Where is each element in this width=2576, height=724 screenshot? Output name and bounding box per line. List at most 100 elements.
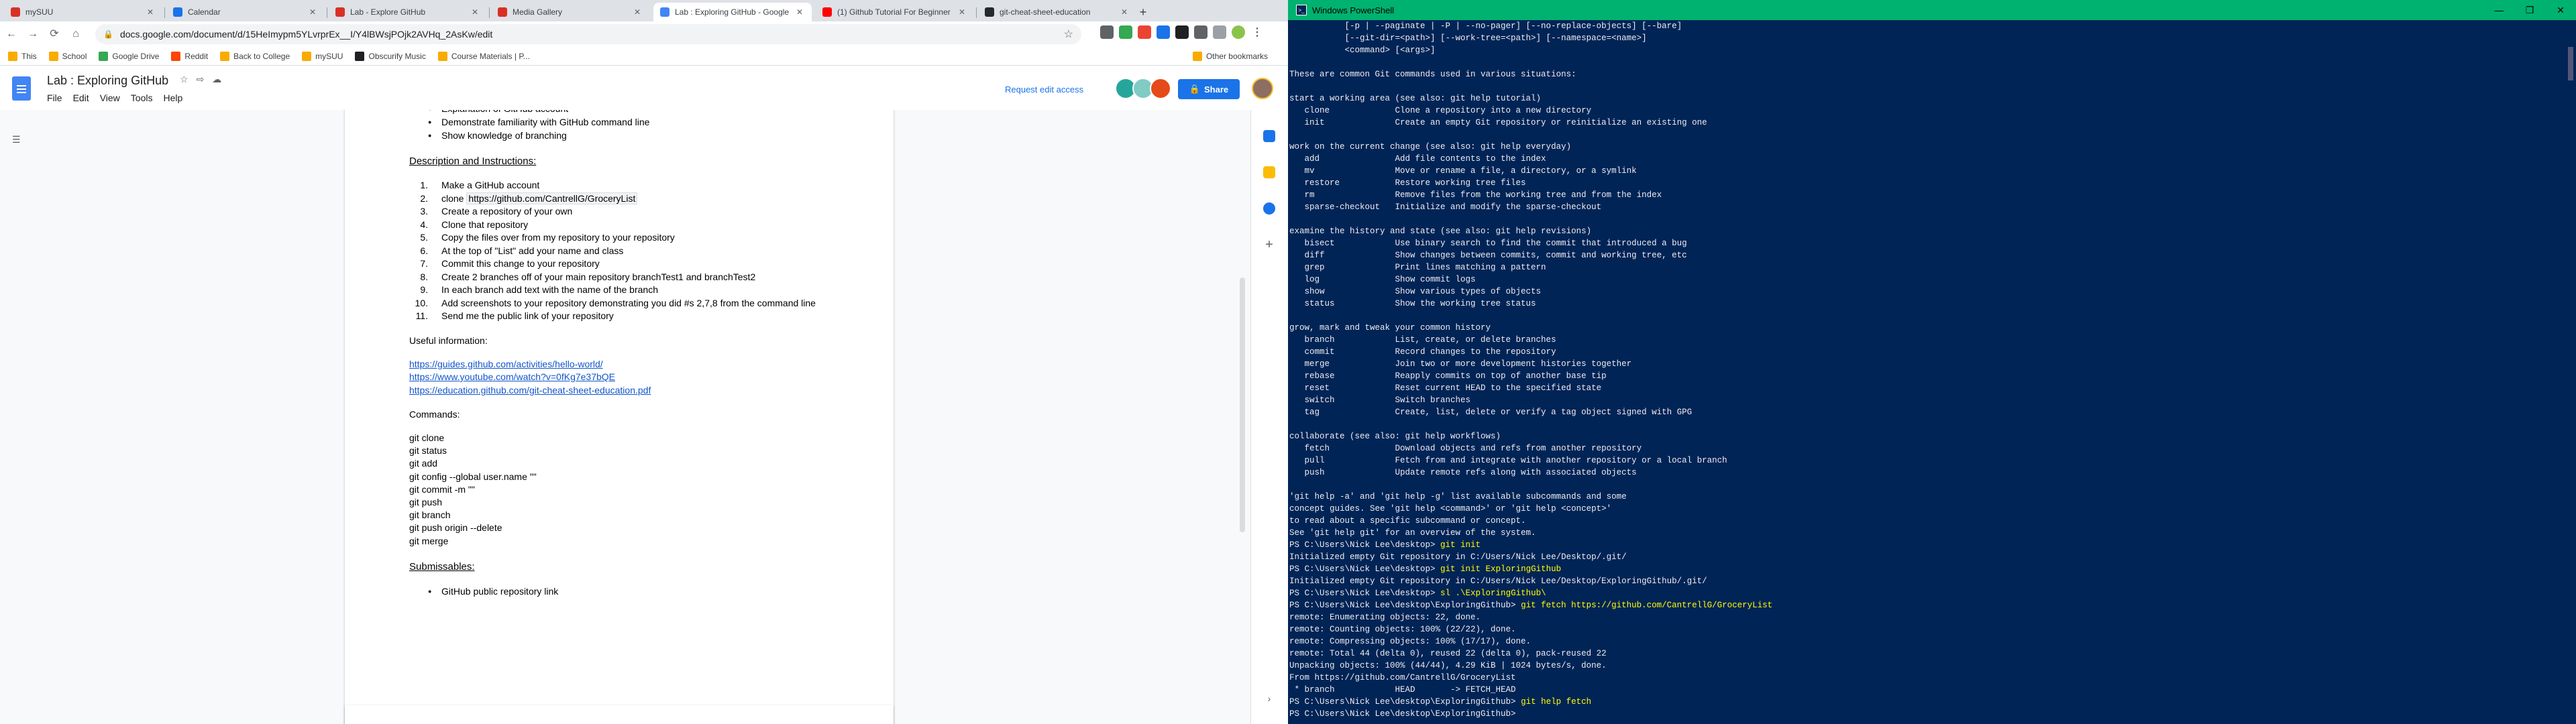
- browser-tab[interactable]: Calendar ✕: [166, 3, 325, 21]
- browser-tab[interactable]: (1) Github Tutorial For Beginner ✕: [816, 3, 974, 21]
- section-heading: Commands:: [409, 409, 460, 420]
- maximize-icon[interactable]: ❐: [2514, 0, 2545, 20]
- menu-item-tools[interactable]: Tools: [131, 93, 153, 103]
- tasks-icon[interactable]: [1263, 202, 1275, 215]
- browser-tab[interactable]: Lab - Explore GitHub ✕: [329, 3, 487, 21]
- output-text: clone Clone a repository into a new dire…: [1289, 106, 1592, 115]
- menu-item-edit[interactable]: Edit: [73, 93, 89, 103]
- doc-link[interactable]: https://education.github.com/git-cheat-s…: [409, 384, 839, 398]
- clone-url[interactable]: https://github.com/CantrellG/GroceryList: [466, 192, 638, 204]
- output-text: collaborate (see also: git help workflow…: [1289, 432, 1501, 441]
- terminal-line: [--git-dir=<path>] [--work-tree=<path>] …: [1289, 32, 2557, 44]
- avatar[interactable]: [1252, 78, 1273, 99]
- extension-icon[interactable]: [1157, 25, 1170, 39]
- tab-close-icon[interactable]: ✕: [1119, 7, 1130, 17]
- prompt-text: PS C:\Users\Nick Lee\desktop>: [1289, 564, 1441, 574]
- output-text: sparse-checkout Initialize and modify th…: [1289, 202, 1602, 212]
- menu-item-help[interactable]: Help: [163, 93, 182, 103]
- tab-close-icon[interactable]: ✕: [632, 7, 643, 17]
- window-title: Windows PowerShell: [1312, 5, 1395, 15]
- scrollbar[interactable]: [1240, 278, 1245, 532]
- scrollbar[interactable]: [2565, 20, 2576, 724]
- list-number: 4.: [420, 219, 428, 230]
- minimize-icon[interactable]: —: [2483, 0, 2514, 20]
- address-bar[interactable]: 🔒 docs.google.com/document/d/15HeImypm5Y…: [95, 24, 1081, 44]
- puzzle-icon[interactable]: [1194, 25, 1208, 39]
- bookmark-icon: [171, 51, 181, 61]
- step-text: Add screenshots to your repository demon…: [441, 297, 816, 308]
- bookmark-item[interactable]: mySUU: [302, 51, 343, 61]
- favicon-icon: [822, 7, 832, 17]
- prompt-text: PS C:\Users\Nick Lee\desktop\ExploringGi…: [1289, 709, 1521, 719]
- menu-kebab-icon[interactable]: ⋮: [1250, 25, 1264, 39]
- output-text: pull Fetch from and integrate with anoth…: [1289, 456, 1727, 465]
- list-item: 2. clone https://github.com/CantrellG/Gro…: [409, 192, 839, 206]
- terminal-output[interactable]: [-p | --paginate | -P | --no-pager] [--n…: [1289, 20, 2557, 724]
- back-arrow-icon[interactable]: ←: [1, 24, 21, 44]
- move-folder-icon[interactable]: ⇨: [197, 74, 205, 85]
- home-icon[interactable]: ⌂: [66, 24, 86, 44]
- browser-tab[interactable]: mySUU ✕: [4, 3, 162, 21]
- docs-logo-icon[interactable]: [12, 76, 31, 101]
- extension-icon[interactable]: [1175, 25, 1189, 39]
- output-text: add Add file contents to the index: [1289, 154, 1546, 164]
- list-number: 6.: [420, 245, 428, 256]
- list-number: 1.: [420, 180, 428, 190]
- star-icon[interactable]: ☆: [180, 74, 189, 85]
- adblock-icon[interactable]: [1138, 25, 1151, 39]
- menu-item-file[interactable]: File: [47, 93, 62, 103]
- bookmark-star-icon[interactable]: ☆: [1064, 27, 1073, 41]
- bookmark-item[interactable]: School: [48, 51, 87, 61]
- bookmark-item[interactable]: Course Materials | P...: [437, 51, 530, 61]
- forward-arrow-icon[interactable]: →: [23, 24, 43, 44]
- bookmark-item[interactable]: Reddit: [171, 51, 208, 61]
- terminal-line: rebase Reapply commits on top of another…: [1289, 370, 2557, 382]
- bookmark-item[interactable]: Google Drive: [99, 51, 159, 61]
- browser-tab[interactable]: Media Gallery ✕: [491, 3, 649, 21]
- doc-link[interactable]: https://www.youtube.com/watch?v=0fKg7e37…: [409, 371, 839, 384]
- browser-tab[interactable]: git-cheat-sheet-education ✕: [978, 3, 1136, 21]
- outline-icon[interactable]: ☰: [12, 134, 25, 145]
- other-bookmarks[interactable]: Other bookmarks: [1192, 51, 1268, 61]
- media-icon[interactable]: [1213, 25, 1226, 39]
- command-line: git branch: [409, 509, 451, 521]
- command-line: git commit -m "": [409, 483, 475, 495]
- tab-close-icon[interactable]: ✕: [145, 7, 156, 17]
- tab-close-icon[interactable]: ✕: [794, 7, 805, 17]
- new-tab-button[interactable]: +: [1135, 5, 1151, 19]
- tab-close-icon[interactable]: ✕: [957, 7, 967, 17]
- extension-icon[interactable]: [1119, 25, 1132, 39]
- collaborator-avatar[interactable]: [1150, 78, 1171, 99]
- close-icon[interactable]: ✕: [2545, 0, 2576, 20]
- menu-item-view[interactable]: View: [100, 93, 120, 103]
- doc-link[interactable]: https://guides.github.com/activities/hel…: [409, 358, 839, 371]
- bookmark-item[interactable]: Obscurify Music: [355, 51, 426, 61]
- list-item: 8. Create 2 branches off of your main rep…: [409, 271, 839, 284]
- share-button[interactable]: 🔒 Share: [1178, 79, 1240, 99]
- terminal-line: 'git help -a' and 'git help -g' list ava…: [1289, 491, 2557, 503]
- calendar-icon[interactable]: [1263, 130, 1275, 142]
- request-edit-access-link[interactable]: Request edit access: [1005, 84, 1083, 95]
- plus-icon[interactable]: +: [1263, 238, 1275, 251]
- document-title[interactable]: Lab : Exploring GitHub: [47, 74, 168, 88]
- output-text: grow, mark and tweak your common history: [1289, 323, 1491, 333]
- document-content[interactable]: Explanation of GitHub accountDemonstrate…: [409, 110, 839, 598]
- output-text: fetch Download objects and refs from ano…: [1289, 444, 1642, 453]
- cloud-status-icon[interactable]: ☁: [212, 74, 221, 85]
- reload-icon[interactable]: ⟳: [44, 24, 64, 44]
- profile-icon[interactable]: [1232, 25, 1245, 39]
- section-heading: Submissables:: [409, 560, 475, 572]
- browser-tab[interactable]: Lab : Exploring GitHub - Google ✕: [653, 3, 812, 21]
- terminal-line: show Show various types of objects: [1289, 286, 2557, 298]
- tab-close-icon[interactable]: ✕: [470, 7, 480, 17]
- extension-icon[interactable]: [1100, 25, 1114, 39]
- output-text: Unpacking objects: 100% (44/44), 4.29 Ki…: [1289, 661, 1607, 670]
- list-item: Demonstrate familiarity with GitHub comm…: [409, 115, 839, 129]
- tab-close-icon[interactable]: ✕: [307, 7, 318, 17]
- terminal-line: remote: Total 44 (delta 0), reused 22 (d…: [1289, 648, 2557, 660]
- keep-icon[interactable]: [1263, 166, 1275, 178]
- output-text: branch List, create, or delete branches: [1289, 335, 1556, 345]
- chevron-right-icon[interactable]: ›: [1263, 693, 1275, 705]
- bookmark-item[interactable]: Back to College: [220, 51, 290, 61]
- bookmark-item[interactable]: This: [8, 51, 37, 61]
